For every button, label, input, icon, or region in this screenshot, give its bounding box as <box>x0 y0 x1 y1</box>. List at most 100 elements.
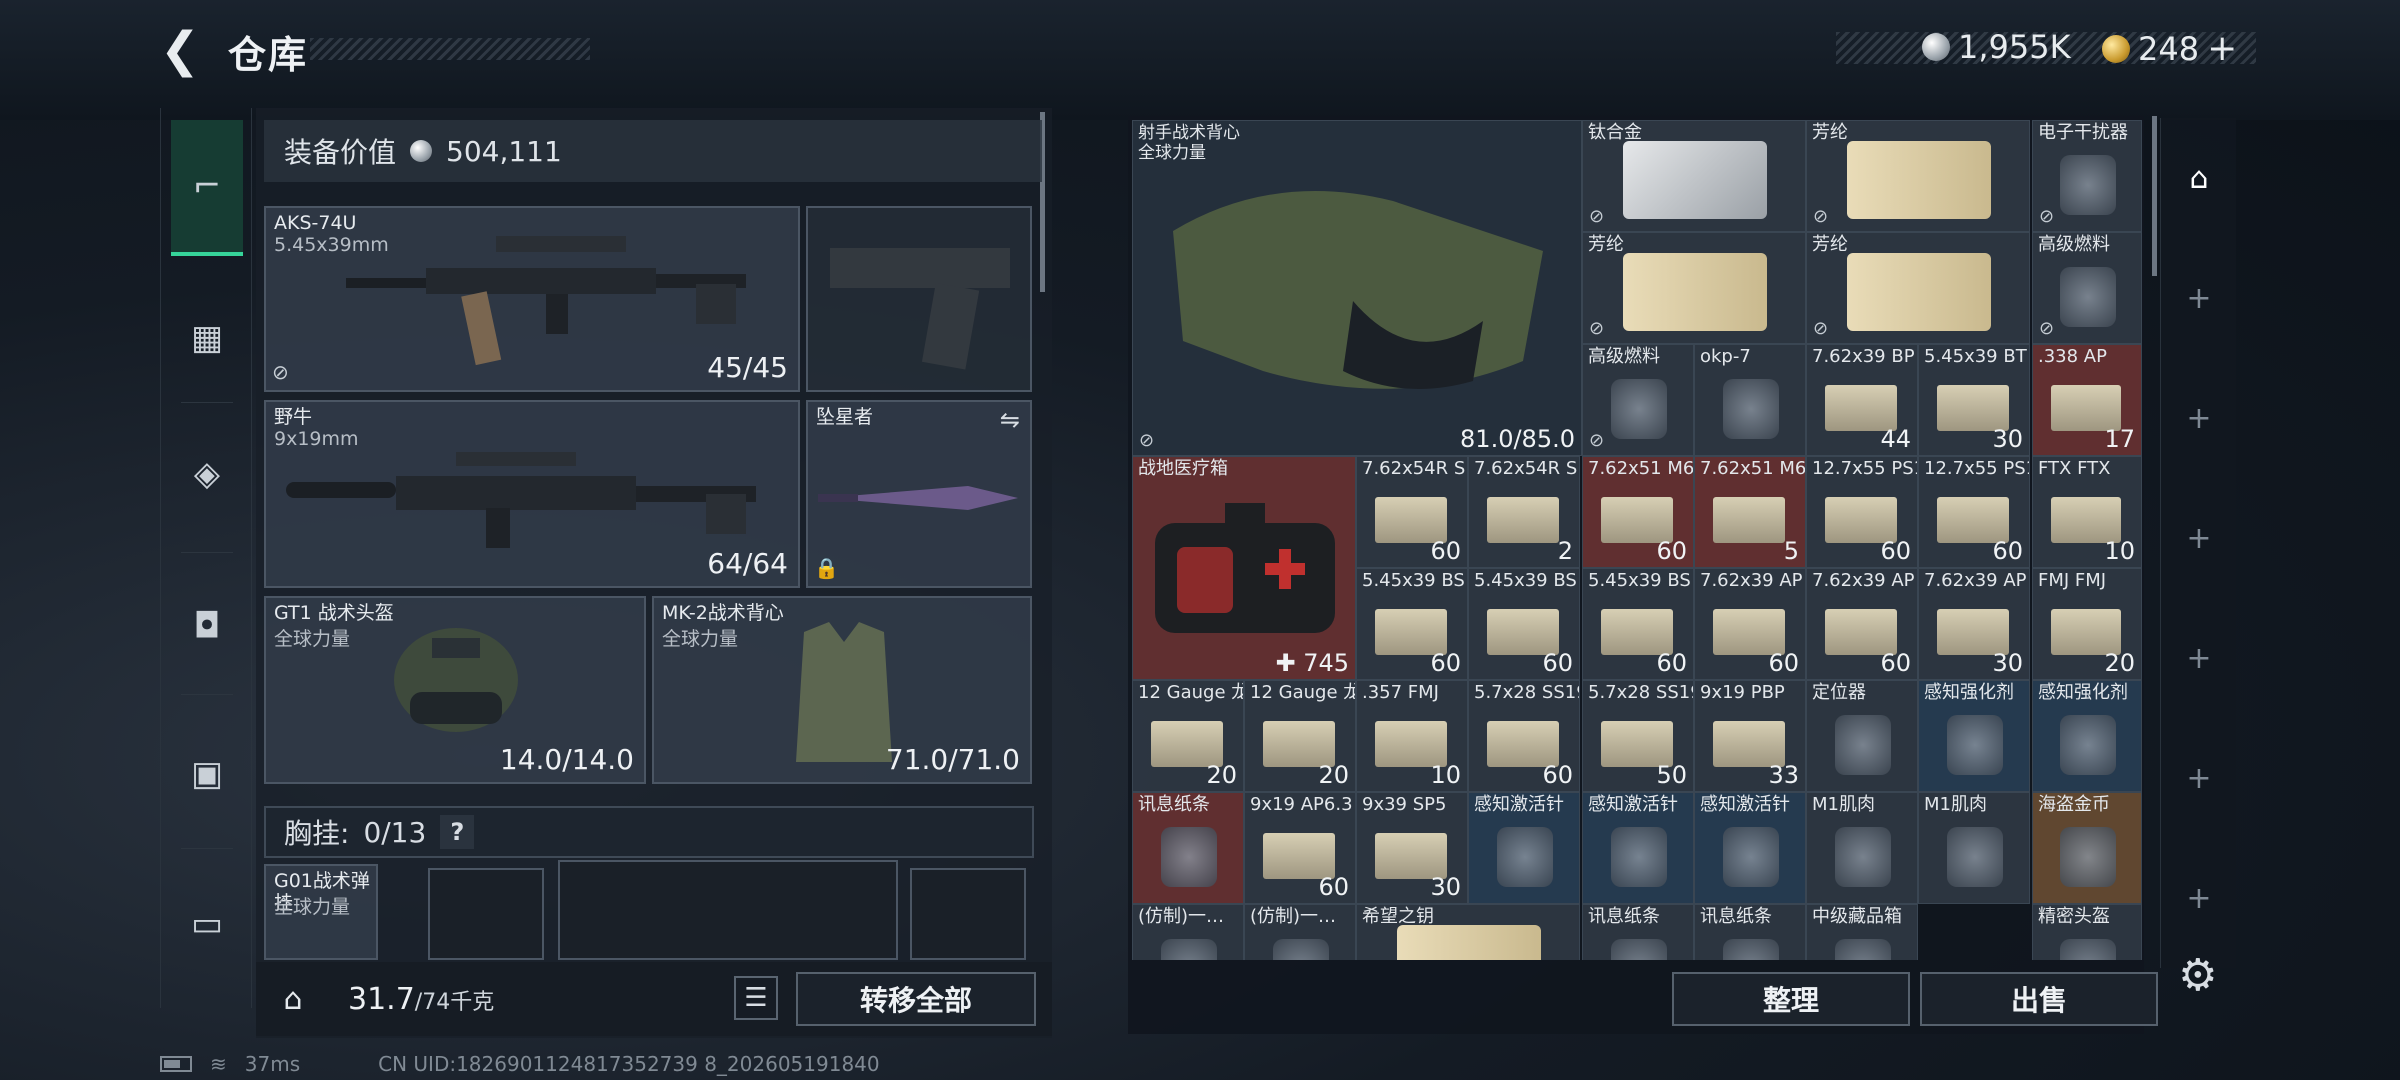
sell-button[interactable]: 出售 <box>1920 972 2158 1026</box>
stash-item[interactable]: M1肌肉 <box>1806 792 1918 904</box>
stash-item[interactable]: 7.62x54R SNB 2 <box>1468 456 1580 568</box>
gold-coin-icon <box>2102 34 2130 63</box>
stash-item[interactable]: 7.62x54R SNB 60 <box>1356 456 1468 568</box>
stash-item[interactable]: 9x19 PBP 33 <box>1694 680 1806 792</box>
add-page-icon[interactable]: + <box>2175 634 2223 682</box>
rig-tab-icon[interactable]: ◘ <box>171 590 243 662</box>
stash-home-icon[interactable]: ⌂ <box>2175 154 2223 202</box>
no-insure-icon: ⊘ <box>2039 318 2055 339</box>
melee-slot[interactable]: 坠星者 ⇋ 🔒 <box>806 400 1032 588</box>
stash-item[interactable]: 5.45x39 BT 30 <box>1918 344 2030 456</box>
rig-pocket[interactable] <box>910 868 1026 960</box>
transfer-all-button[interactable]: 转移全部 <box>796 972 1036 1026</box>
pistol-slot[interactable] <box>806 206 1032 392</box>
stash-item[interactable]: okp-7 <box>1694 344 1806 456</box>
item-name: 希望之钥 <box>1362 906 1434 927</box>
stash-item[interactable]: 电子干扰器 ⊘ <box>2032 120 2142 232</box>
stash-item[interactable]: 芳纶 ⊘ <box>1582 232 1806 344</box>
weapons-tab-icon[interactable]: ⌐ <box>171 120 243 256</box>
stash-item[interactable]: 高级燃料 ⊘ <box>2032 232 2142 344</box>
sort-button[interactable]: 整理 <box>1672 972 1910 1026</box>
stash-item[interactable]: 7.62x39 BP 44 <box>1806 344 1918 456</box>
stash-item-vest[interactable]: 射手战术背心 全球力量 ⊘ 81.0/85.0 <box>1132 120 1582 456</box>
stash-item[interactable]: 9x19 AP6.3 60 <box>1244 792 1356 904</box>
primary-weapon-slot[interactable]: AKS-74U 5.45x39mm ⊘ 45/45 <box>264 206 800 392</box>
stash-item[interactable]: 感知强化剂 <box>2032 680 2142 792</box>
vest-tab-icon[interactable]: ▦ <box>171 302 243 374</box>
add-currency-button[interactable]: + <box>2207 28 2237 69</box>
stash-item[interactable]: FTX FTX 10 <box>2032 456 2142 568</box>
item-name: 9x19 PBP <box>1700 682 1785 703</box>
stash-item[interactable]: 精密头盔 <box>2032 904 2142 960</box>
item-icon <box>1847 141 1991 219</box>
add-page-icon[interactable]: + <box>2175 514 2223 562</box>
add-page-icon[interactable]: + <box>2175 874 2223 922</box>
stash-item[interactable]: 12 Gauge 龙息弹 20 <box>1244 680 1356 792</box>
stash-item[interactable]: 希望之钥 <box>1356 904 1580 960</box>
stash-item[interactable]: 5.45x39 BS 60 <box>1356 568 1468 680</box>
stash-item[interactable]: .338 AP 17 <box>2032 344 2142 456</box>
stash-item[interactable]: 感知激活针 <box>1582 792 1694 904</box>
stash-item[interactable]: 7.62x39 AP 30 <box>1918 568 2030 680</box>
stash-item[interactable]: 5.45x39 BS 60 <box>1468 568 1580 680</box>
stash-item[interactable]: 7.62x51 M61 5 <box>1694 456 1806 568</box>
secondary-weapon-slot[interactable]: 野牛 9x19mm 64/64 <box>264 400 800 588</box>
stash-item[interactable]: M1肌肉 <box>1918 792 2030 904</box>
stash-item[interactable]: 5.7x28 SS190 60 <box>1468 680 1580 792</box>
add-page-icon[interactable]: + <box>2175 754 2223 802</box>
add-page-icon[interactable]: + <box>2175 274 2223 322</box>
rig-slot[interactable]: G01战术弹挂 全球力量 <box>264 864 378 960</box>
stash-item[interactable]: 7.62x51 M61 60 <box>1582 456 1694 568</box>
stash-item[interactable]: 7.62x39 AP 60 <box>1806 568 1918 680</box>
stash-item[interactable]: 5.7x28 SS190 50 <box>1582 680 1694 792</box>
stash-item[interactable]: 芳纶 ⊘ <box>1806 232 2030 344</box>
stash-item[interactable]: 海盗金币 <box>2032 792 2142 904</box>
item-name: 感知激活针 <box>1474 794 1564 815</box>
pistol-silhouette-icon <box>830 248 1010 370</box>
silver-currency: 1,955K <box>1922 28 2071 66</box>
settings-gear-icon[interactable]: ⚙ <box>2178 950 2217 1001</box>
stash-item[interactable]: 高级燃料 ⊘ <box>1582 344 1694 456</box>
list-view-button[interactable]: ☰ <box>734 976 778 1020</box>
stash-scrollbar[interactable] <box>2152 116 2157 276</box>
stash-item[interactable]: (仿制)一… <box>1244 904 1356 960</box>
rig-pocket[interactable] <box>428 868 544 960</box>
title-decoration <box>310 38 590 60</box>
stash-item[interactable]: 12 Gauge 龙息弹 20 <box>1132 680 1244 792</box>
stash-item[interactable]: 7.62x39 AP 60 <box>1694 568 1806 680</box>
item-name: 芳纶 <box>1812 122 1848 143</box>
stash-item[interactable]: (仿制)一… <box>1132 904 1244 960</box>
stash-item[interactable]: 5.45x39 BS 60 <box>1582 568 1694 680</box>
stash-item[interactable]: 感知强化剂 <box>1918 680 2030 792</box>
gold-amount: 248 <box>2138 29 2200 68</box>
stash-item[interactable]: 感知激活针 <box>1468 792 1580 904</box>
add-page-icon[interactable]: + <box>2175 394 2223 442</box>
swap-icon[interactable]: ⇋ <box>1000 406 1020 434</box>
stash-item[interactable]: 12.7x55 PS12B 60 <box>1806 456 1918 568</box>
stash-item-medkit[interactable]: 战地医疗箱 ✚ 745 <box>1132 456 1356 680</box>
stash-item[interactable]: 感知激活针 <box>1694 792 1806 904</box>
item-name: 12 Gauge 龙息弹 <box>1250 682 1355 703</box>
container-tab-icon[interactable]: ▣ <box>171 738 243 810</box>
back-arrow-icon[interactable]: ❮ <box>156 22 204 78</box>
stash-item[interactable]: 中级藏品箱 <box>1806 904 1918 960</box>
case-tab-icon[interactable]: ▭ <box>171 888 243 960</box>
stash-item[interactable]: 定位器 <box>1806 680 1918 792</box>
rig-pocket[interactable] <box>558 860 898 960</box>
stash-item[interactable]: 讯息纸条 <box>1582 904 1694 960</box>
backpack-tab-icon[interactable]: ◈ <box>171 438 243 510</box>
stash-item[interactable]: 芳纶 ⊘ <box>1806 120 2030 232</box>
silver-coin-icon <box>410 140 433 162</box>
armor-slot[interactable]: MK-2战术背心 全球力量 71.0/71.0 <box>652 596 1032 784</box>
stash-item[interactable]: 讯息纸条 <box>1694 904 1806 960</box>
helmet-slot[interactable]: GT1 战术头盔 全球力量 14.0/14.0 <box>264 596 646 784</box>
item-name: 芳纶 <box>1588 234 1624 255</box>
stash-item[interactable]: .357 FMJ 10 <box>1356 680 1468 792</box>
stash-item[interactable]: 9x39 SP5 30 <box>1356 792 1468 904</box>
stash-item[interactable]: 钛合金 ⊘ <box>1582 120 1806 232</box>
stash-item[interactable]: 12.7x55 PS12B 60 <box>1918 456 2030 568</box>
gold-currency[interactable]: 248 + <box>2102 28 2237 69</box>
help-button[interactable]: ? <box>440 815 475 849</box>
stash-item[interactable]: 讯息纸条 <box>1132 792 1244 904</box>
stash-item[interactable]: FMJ FMJ 20 <box>2032 568 2142 680</box>
